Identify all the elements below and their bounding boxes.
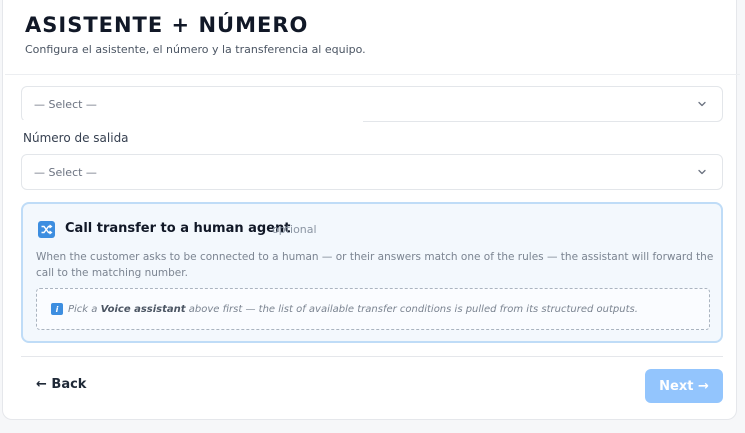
next-button[interactable]: Next →	[645, 369, 723, 403]
shuffle-icon	[38, 221, 55, 238]
page-subtitle: Configura el asistente, el número y la t…	[25, 43, 366, 56]
info-icon: i	[51, 303, 63, 315]
call-transfer-panel: Call transfer to a human agent optional …	[21, 202, 723, 343]
outbound-number-select[interactable]: — Select —	[21, 154, 723, 190]
notice-prefix: Pick a	[68, 303, 98, 315]
assistant-select-value: — Select —	[34, 97, 97, 111]
header-divider	[5, 74, 740, 75]
chevron-down-icon	[698, 101, 706, 107]
transfer-description: When the customer asks to be connected t…	[36, 251, 714, 279]
notice-suffix: above first — the list of available tran…	[188, 303, 638, 315]
wizard-card: ASISTENTE + NÚMERO Configura el asistent…	[2, 0, 740, 420]
optional-tag: optional	[272, 223, 317, 236]
transfer-title: Call transfer to a human agent	[65, 221, 291, 236]
notice-emphasis: Voice assistant	[100, 303, 186, 315]
footer-divider	[21, 356, 723, 357]
outbound-number-label: Número de salida	[17, 120, 363, 156]
transfer-notice: i Pick a Voice assistant above first — t…	[36, 288, 710, 330]
chevron-down-icon	[698, 169, 706, 175]
outbound-number-select-value: — Select —	[34, 165, 97, 179]
assistant-select[interactable]: — Select —	[21, 86, 723, 122]
page-title: ASISTENTE + NÚMERO	[25, 13, 309, 37]
back-button[interactable]: ← Back	[36, 377, 86, 392]
